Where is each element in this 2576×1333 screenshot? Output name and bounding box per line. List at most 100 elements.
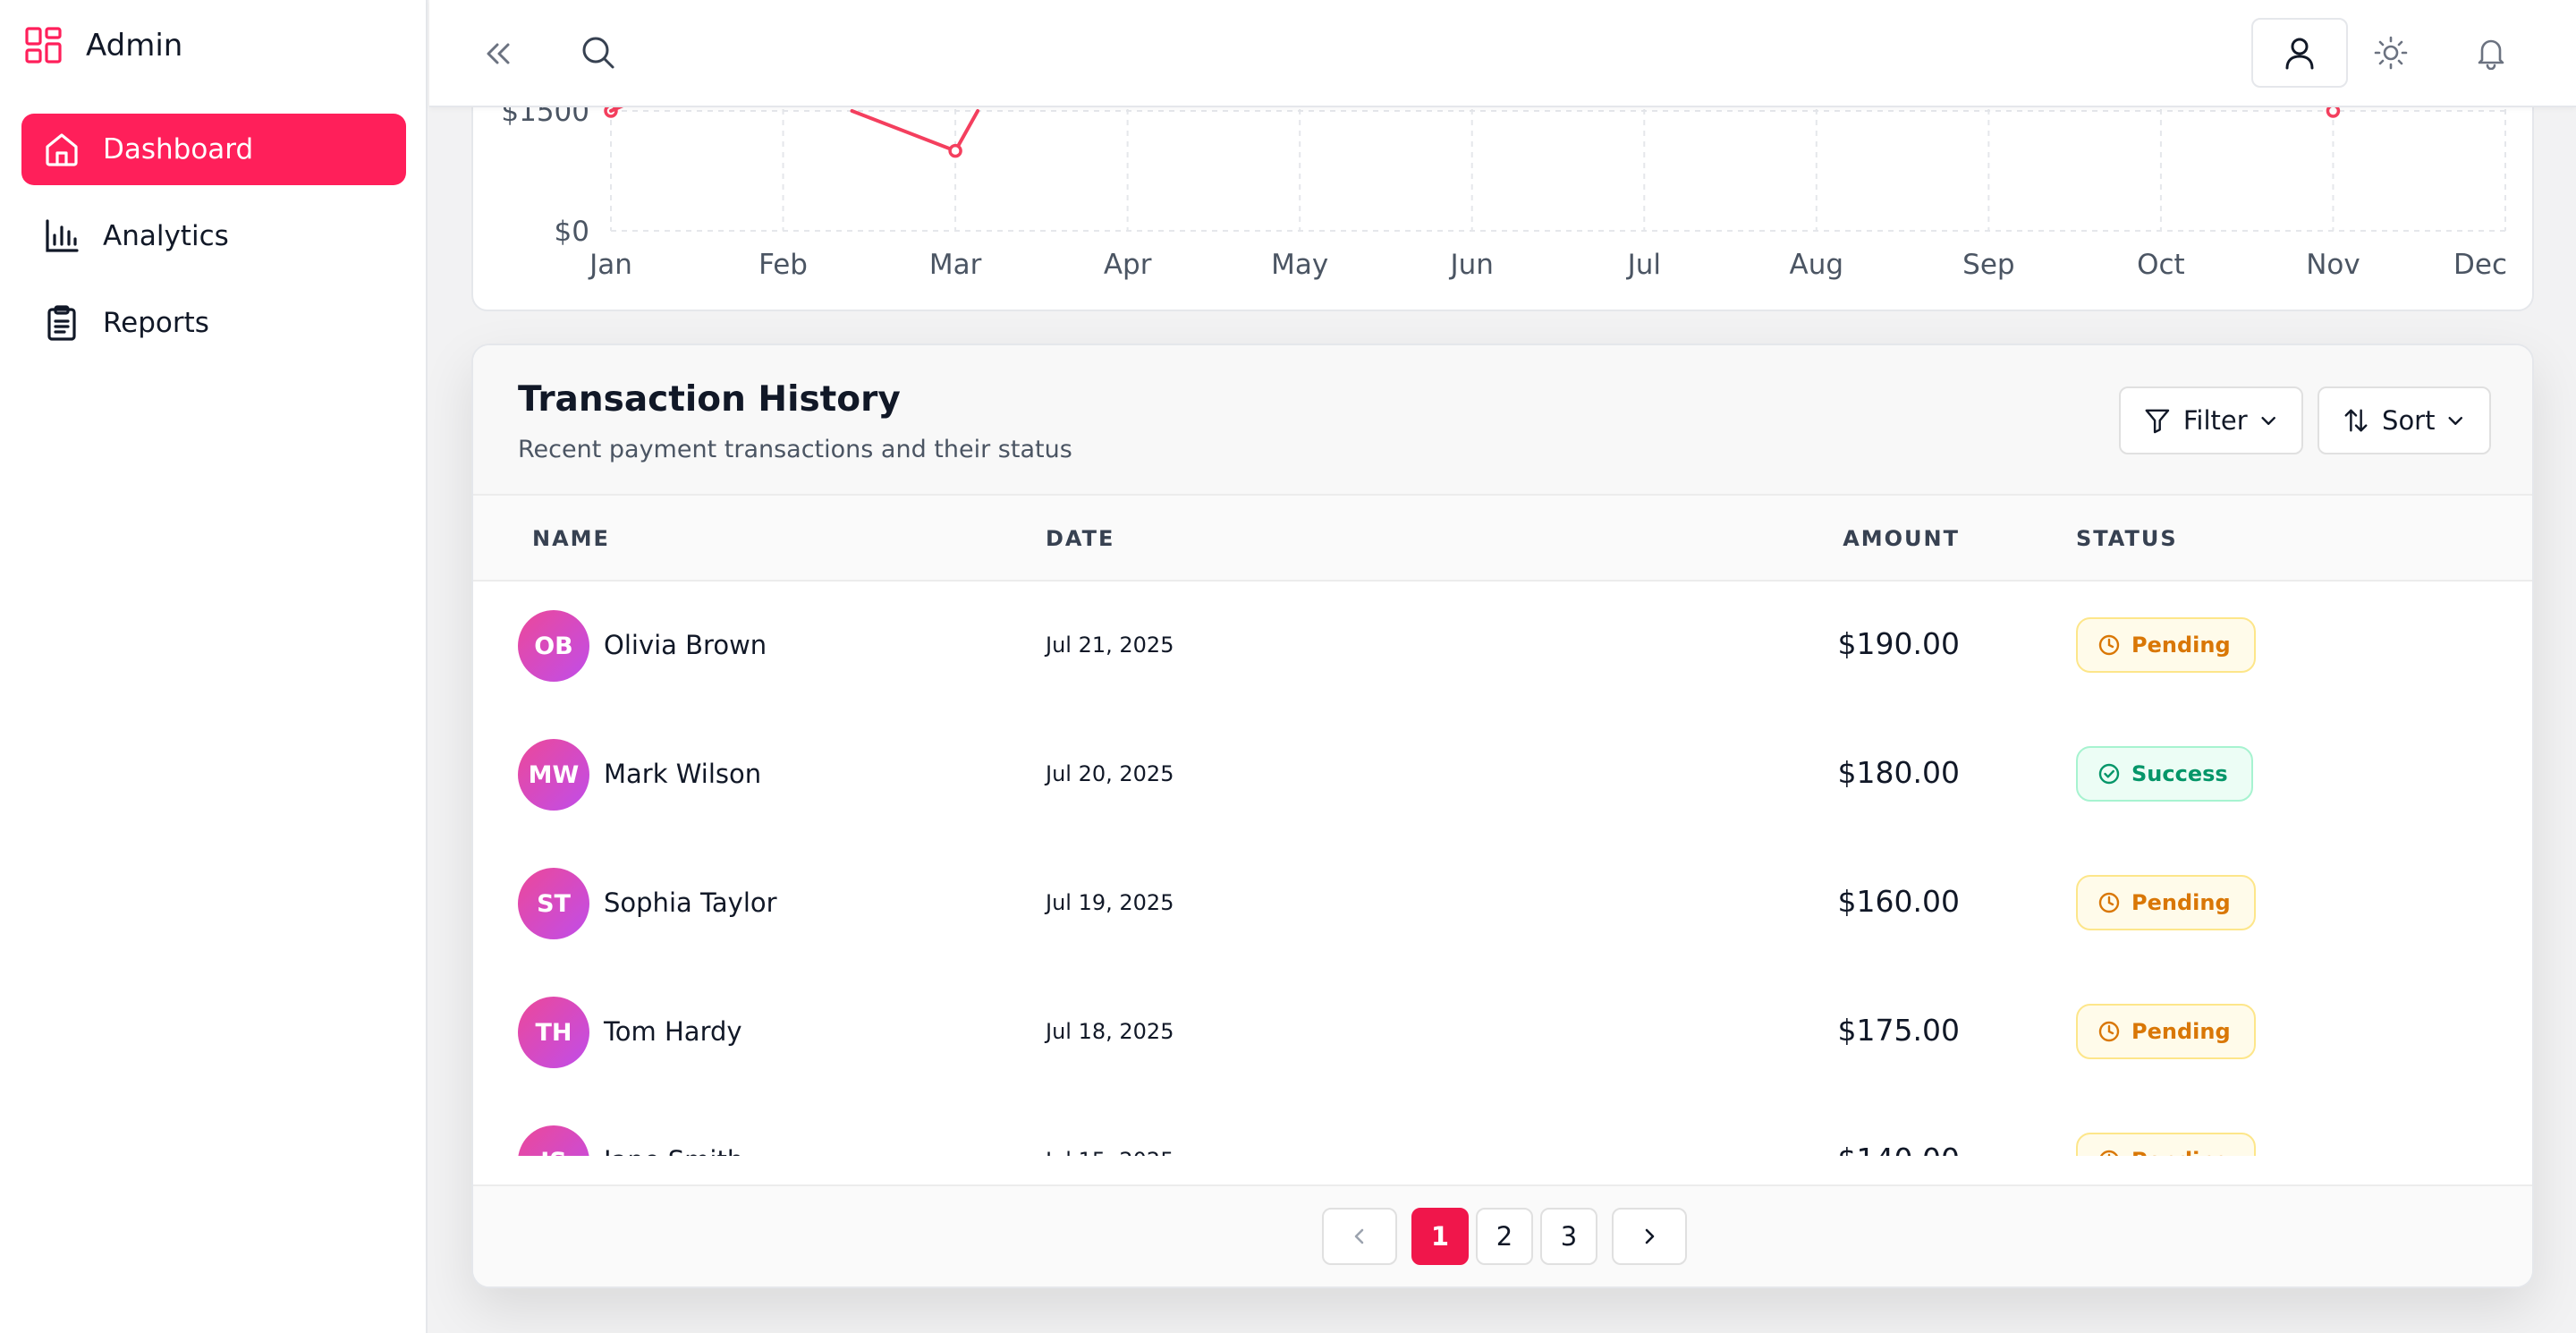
notifications-button[interactable]	[2470, 32, 2512, 73]
table-header: NAME DATE AMOUNT STATUS	[473, 496, 2532, 582]
previous-page-button[interactable]	[1322, 1208, 1397, 1265]
column-header-date[interactable]: DATE	[1046, 526, 1114, 551]
table-row[interactable]: OB Olivia Brown Jul 21, 2025 $190.00 Pen…	[473, 582, 2532, 710]
status-badge: Pending	[2076, 617, 2256, 673]
table-row[interactable]: MW Mark Wilson Jul 20, 2025 $180.00 Succ…	[473, 710, 2532, 839]
sidebar-item-reports[interactable]: Reports	[21, 287, 406, 359]
y-tick-label: $0	[555, 216, 589, 248]
filter-icon	[2145, 409, 2170, 434]
customer-name: Jane Smith	[604, 1145, 743, 1156]
pagination: 1 2 3	[473, 1186, 2532, 1286]
clock-icon	[2098, 634, 2120, 656]
status-badge: Pending	[2076, 875, 2256, 930]
brand[interactable]: Admin	[25, 23, 182, 68]
transaction-amount: $180.00	[1837, 755, 1960, 790]
card-header: Transaction History Recent payment trans…	[473, 345, 2532, 496]
status-badge: Success	[2076, 746, 2253, 802]
x-tick-label: Jan	[588, 249, 632, 281]
column-header-name[interactable]: NAME	[532, 526, 610, 551]
transaction-history-card: Transaction History Recent payment trans…	[471, 344, 2534, 1288]
chevron-down-icon	[2448, 416, 2463, 425]
column-header-status[interactable]: STATUS	[2076, 526, 2178, 551]
sort-label: Sort	[2382, 405, 2436, 436]
sidebar-item-label: Dashboard	[103, 133, 254, 166]
x-tick-label: May	[1271, 249, 1328, 281]
bar-chart-icon	[46, 219, 79, 252]
transaction-date: Jul 20, 2025	[1046, 761, 1174, 786]
x-tick-label: Feb	[758, 249, 808, 281]
transaction-date: Jul 18, 2025	[1046, 1019, 1174, 1044]
x-tick-label: Aug	[1790, 249, 1844, 281]
next-page-button[interactable]	[1612, 1208, 1687, 1265]
sidebar-nav: Dashboard Analytics Reports	[21, 114, 406, 374]
grid-logo-icon	[25, 27, 62, 64]
x-tick-label: Jun	[1449, 249, 1494, 281]
transaction-amount: $160.00	[1837, 884, 1960, 919]
avatar: JS	[518, 1125, 589, 1156]
customer-name: Mark Wilson	[604, 759, 762, 789]
sidebar-item-analytics[interactable]: Analytics	[21, 200, 406, 272]
transaction-date: Jul 19, 2025	[1046, 890, 1174, 915]
chevron-left-icon	[1354, 1228, 1364, 1244]
sort-arrows-icon	[2344, 409, 2368, 432]
customer-name: Olivia Brown	[604, 630, 767, 660]
clipboard-icon	[47, 305, 76, 341]
series-line-segment	[850, 109, 958, 153]
customer-name: Tom Hardy	[604, 1016, 742, 1047]
column-header-amount[interactable]: AMOUNT	[1843, 526, 1960, 551]
clock-icon	[2099, 1150, 2119, 1156]
clock-icon	[2098, 1021, 2120, 1042]
chevrons-left-icon	[487, 43, 510, 64]
table-row[interactable]: JS Jane Smith Jul 15, 2025 $140.00 Pendi…	[473, 1097, 2532, 1156]
check-circle-icon	[2098, 763, 2120, 785]
collapse-sidebar-button[interactable]	[478, 34, 517, 73]
card-subtitle: Recent payment transactions and their st…	[518, 436, 1072, 463]
transaction-date: Jul 21, 2025	[1046, 633, 1174, 658]
status-label: Pending	[2131, 1148, 2231, 1156]
status-badge: Pending	[2076, 1133, 2256, 1156]
avatar: MW	[518, 739, 589, 811]
table-body: OB Olivia Brown Jul 21, 2025 $190.00 Pen…	[473, 582, 2532, 1156]
user-icon	[2285, 38, 2314, 70]
avatar: ST	[518, 868, 589, 939]
table-footer: 1 2 3	[473, 1184, 2532, 1286]
status-label: Success	[2131, 761, 2228, 786]
status-badge: Pending	[2076, 1004, 2256, 1059]
filter-button[interactable]: Filter	[2119, 386, 2303, 454]
transaction-amount: $140.00	[1838, 1142, 1960, 1156]
x-tick-label: Dec	[2453, 249, 2507, 281]
page-button-1[interactable]: 1	[1411, 1208, 1469, 1265]
app-title: Admin	[86, 28, 183, 64]
theme-toggle-button[interactable]	[2370, 32, 2411, 73]
sun-icon	[2374, 36, 2408, 70]
x-tick-label: Mar	[929, 249, 982, 281]
x-tick-label: Nov	[2306, 249, 2360, 281]
transaction-date: Jul 15, 2025	[1046, 1148, 1174, 1156]
filter-label: Filter	[2182, 405, 2248, 436]
card-title: Transaction History	[518, 379, 901, 420]
chevron-right-icon	[1645, 1228, 1655, 1244]
page-button-3[interactable]: 3	[1540, 1208, 1597, 1265]
avatar: OB	[518, 610, 589, 682]
status-label: Pending	[2131, 890, 2231, 915]
x-tick-label: Jul	[1626, 249, 1661, 281]
search-button[interactable]	[578, 32, 619, 73]
x-tick-label: Sep	[1962, 249, 2014, 281]
sidebar-item-label: Analytics	[103, 220, 229, 252]
sidebar-item-dashboard[interactable]: Dashboard	[21, 114, 406, 185]
bell-icon	[2478, 39, 2504, 70]
sort-button[interactable]: Sort	[2318, 386, 2491, 454]
customer-name: Sophia Taylor	[604, 887, 777, 918]
home-icon	[46, 133, 78, 166]
transaction-amount: $175.00	[1837, 1013, 1960, 1048]
user-menu-button[interactable]	[2251, 18, 2348, 88]
table-row[interactable]: TH Tom Hardy Jul 18, 2025 $175.00 Pendin…	[473, 968, 2532, 1097]
sidebar-item-label: Reports	[103, 307, 209, 339]
x-tick-label: Oct	[2137, 249, 2185, 281]
data-point	[948, 143, 962, 158]
page-button-2[interactable]: 2	[1476, 1208, 1533, 1265]
table-row[interactable]: ST Sophia Taylor Jul 19, 2025 $160.00 Pe…	[473, 839, 2532, 968]
status-label: Pending	[2131, 1019, 2231, 1044]
status-label: Pending	[2131, 633, 2231, 658]
sidebar: Admin Dashboard Analytics Reports	[0, 0, 428, 1333]
